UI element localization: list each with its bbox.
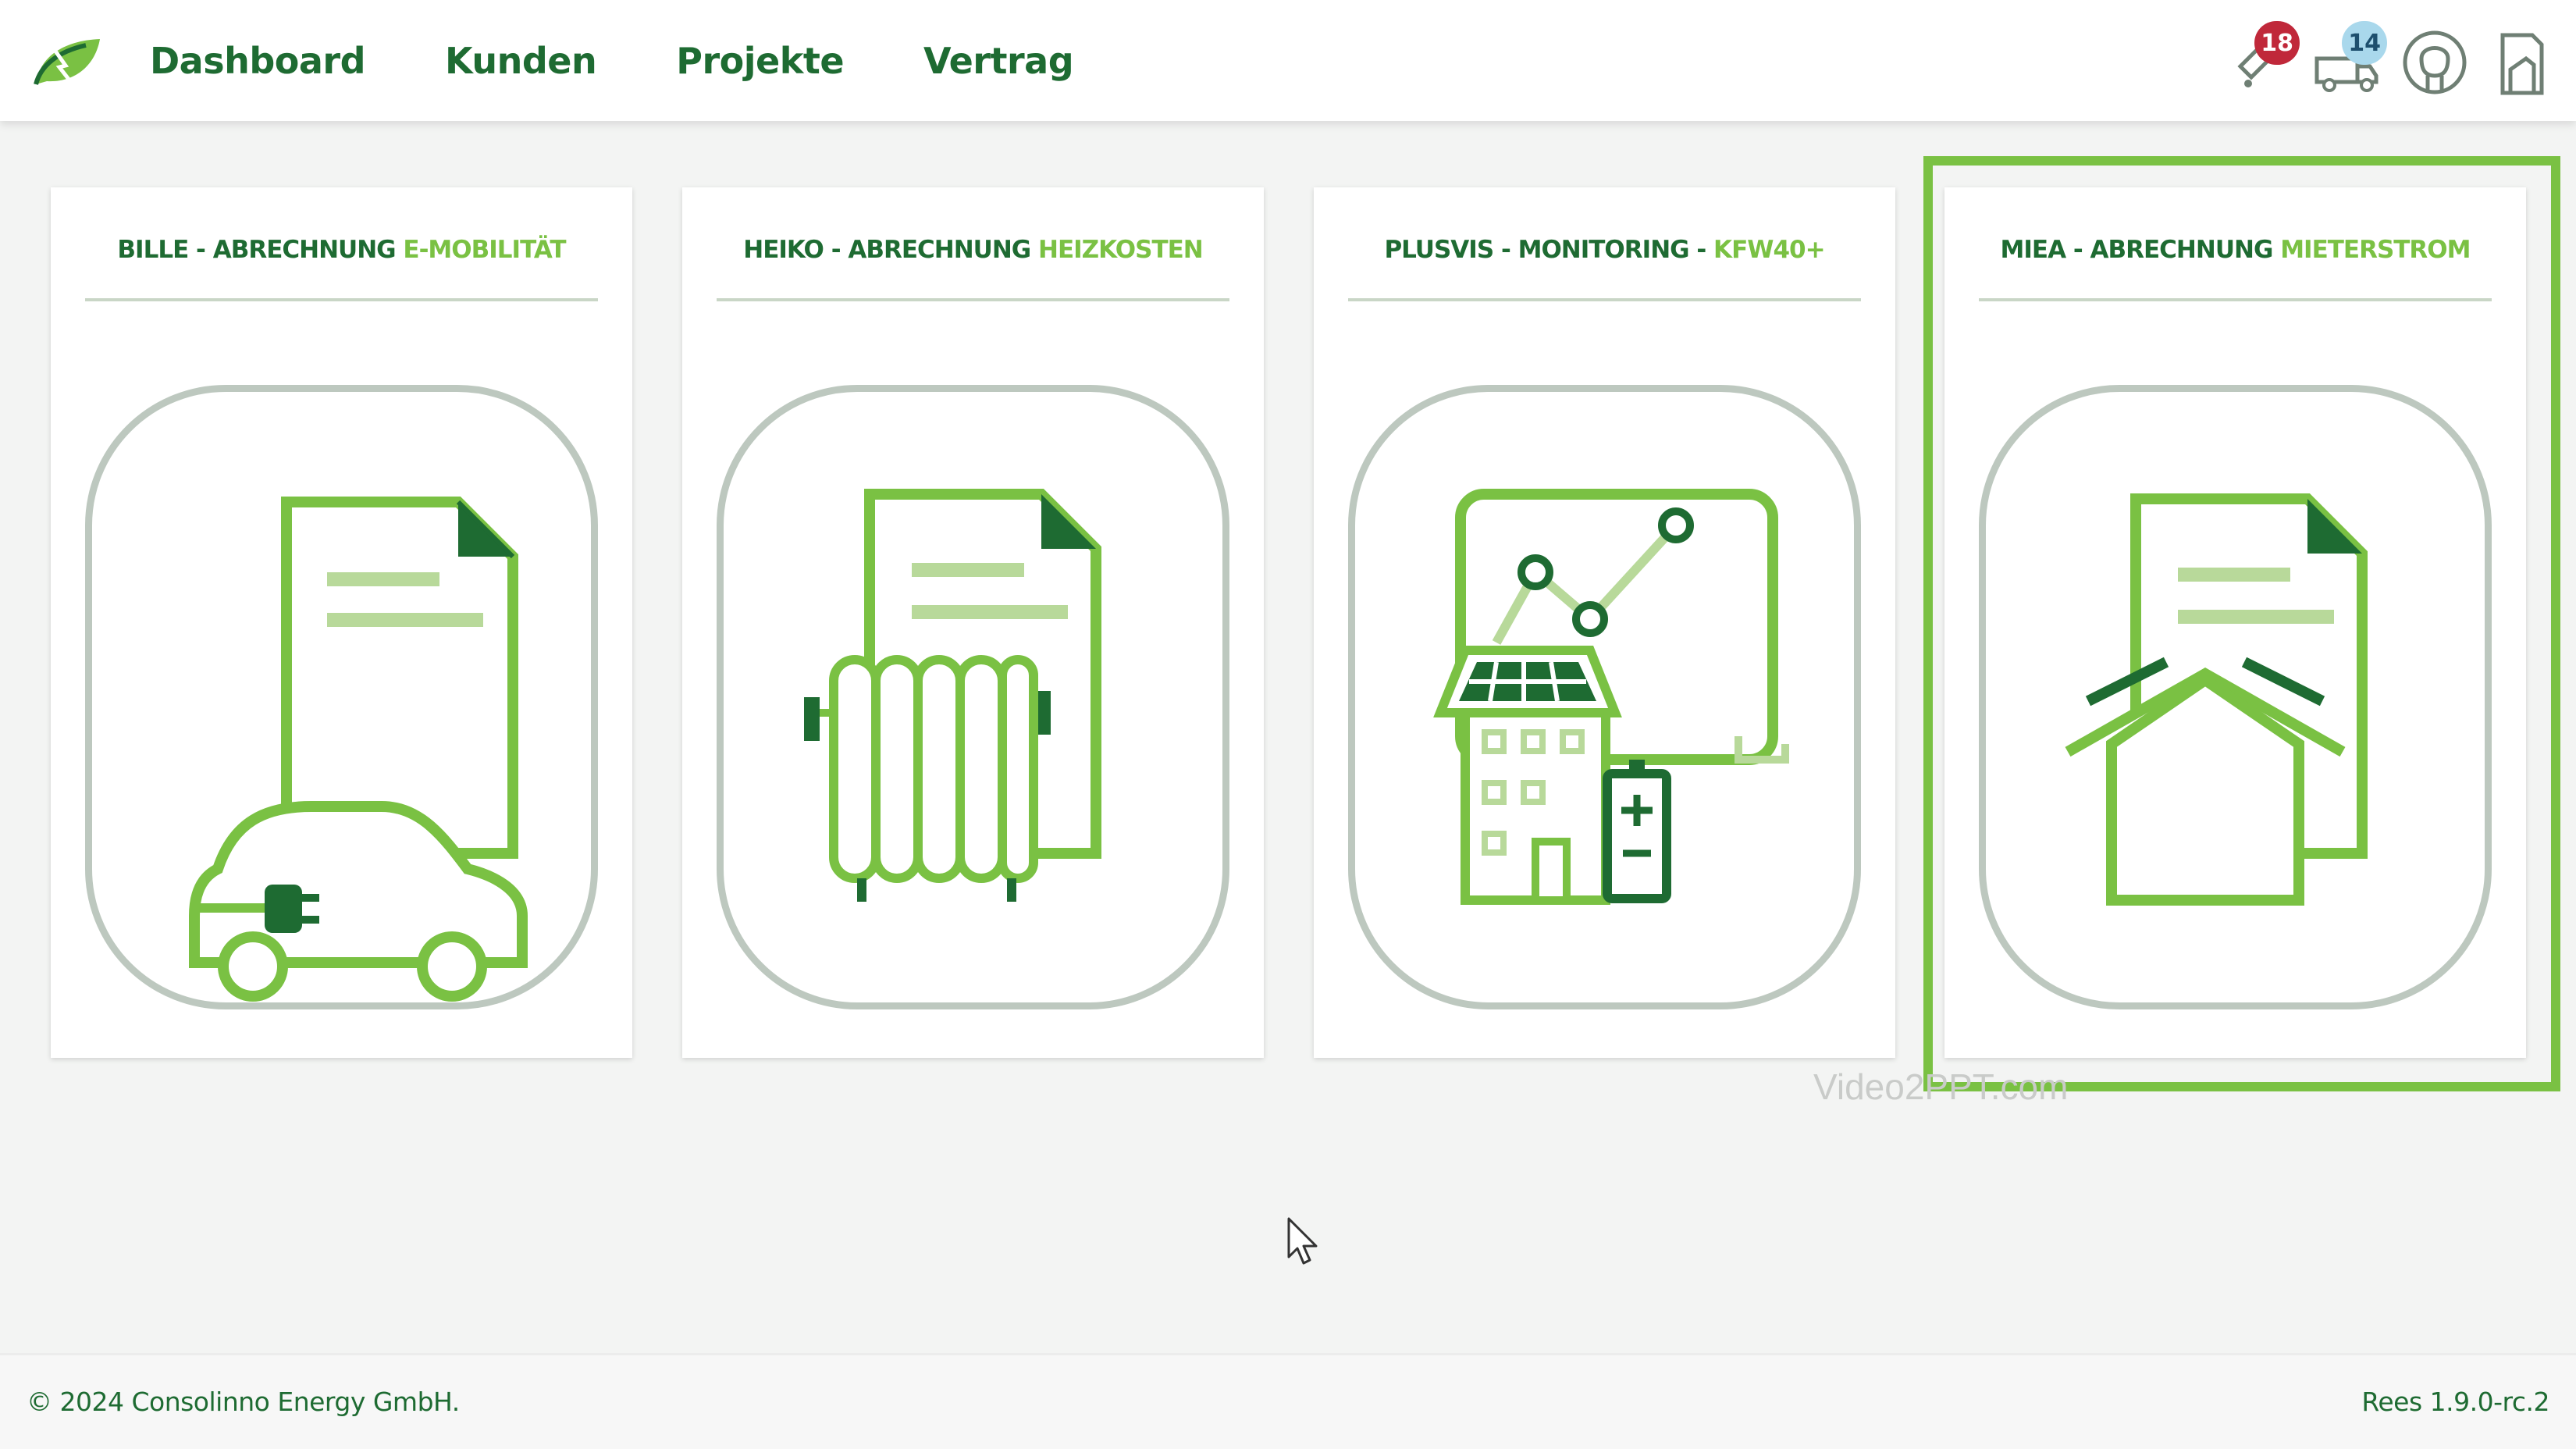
user-profile-icon <box>2403 30 2467 94</box>
card-divider <box>1348 298 1861 301</box>
card-title: MIEA - ABRECHNUNG MIETERSTROM <box>2000 236 2471 264</box>
house-document-icon <box>2065 493 2368 906</box>
electric-car-document-icon <box>189 497 528 1002</box>
card-miea-mieterstrom[interactable]: MIEA - ABRECHNUNG MIETERSTROM <box>1944 187 2526 1058</box>
card-title: HEIKO - ABRECHNUNG HEIZKOSTEN <box>743 236 1203 264</box>
version-text: Rees 1.9.0-rc.2 <box>2361 1387 2549 1417</box>
top-navigation-bar: Dashboard Kunden Projekte Vertrag 18 14 <box>0 0 2576 121</box>
card-divider <box>85 298 598 301</box>
nav-item-kunden[interactable]: Kunden <box>445 40 597 82</box>
card-plusvis-kfw40[interactable]: PLUSVIS - MONITORING - KFW40+ <box>1314 187 1895 1058</box>
card-divider <box>717 298 1229 301</box>
card-divider <box>1979 298 2492 301</box>
nav-item-vertrag[interactable]: Vertrag <box>923 40 1074 82</box>
building-report-icon <box>2500 33 2544 95</box>
messages-button[interactable]: 14 <box>2312 21 2387 98</box>
nav-item-dashboard[interactable]: Dashboard <box>150 40 366 82</box>
nav-item-projekte[interactable]: Projekte <box>676 40 844 82</box>
notifications-badge: 18 <box>2254 21 2300 65</box>
card-heiko-heizkosten[interactable]: HEIKO - ABRECHNUNG HEIZKOSTEN <box>682 187 1264 1058</box>
copyright-text: © 2024 Consolinno Energy GmbH. <box>27 1387 460 1417</box>
notifications-button[interactable]: 18 <box>2225 21 2300 98</box>
card-title: BILLE - ABRECHNUNG E-MOBILITÄT <box>117 236 566 264</box>
user-profile-button[interactable] <box>2400 27 2470 98</box>
solar-building-monitoring-icon <box>1433 489 1789 905</box>
logo-leaf-icon[interactable] <box>31 34 103 89</box>
messages-badge: 14 <box>2342 21 2387 65</box>
radiator-document-icon <box>804 489 1101 902</box>
header-actions: 18 14 <box>2208 21 2557 101</box>
main-nav: Dashboard Kunden Projekte Vertrag <box>150 0 1153 121</box>
building-report-button[interactable] <box>2487 27 2557 98</box>
footer: © 2024 Consolinno Energy GmbH. Rees 1.9.… <box>0 1353 2576 1449</box>
card-bille-e-mobilitaet[interactable]: BILLE - ABRECHNUNG E-MOBILITÄT <box>51 187 632 1058</box>
watermark-text: Video2PPT.com <box>1813 1066 2069 1107</box>
card-title: PLUSVIS - MONITORING - KFW40+ <box>1384 236 1825 264</box>
mouse-cursor-icon <box>1287 1217 1318 1265</box>
